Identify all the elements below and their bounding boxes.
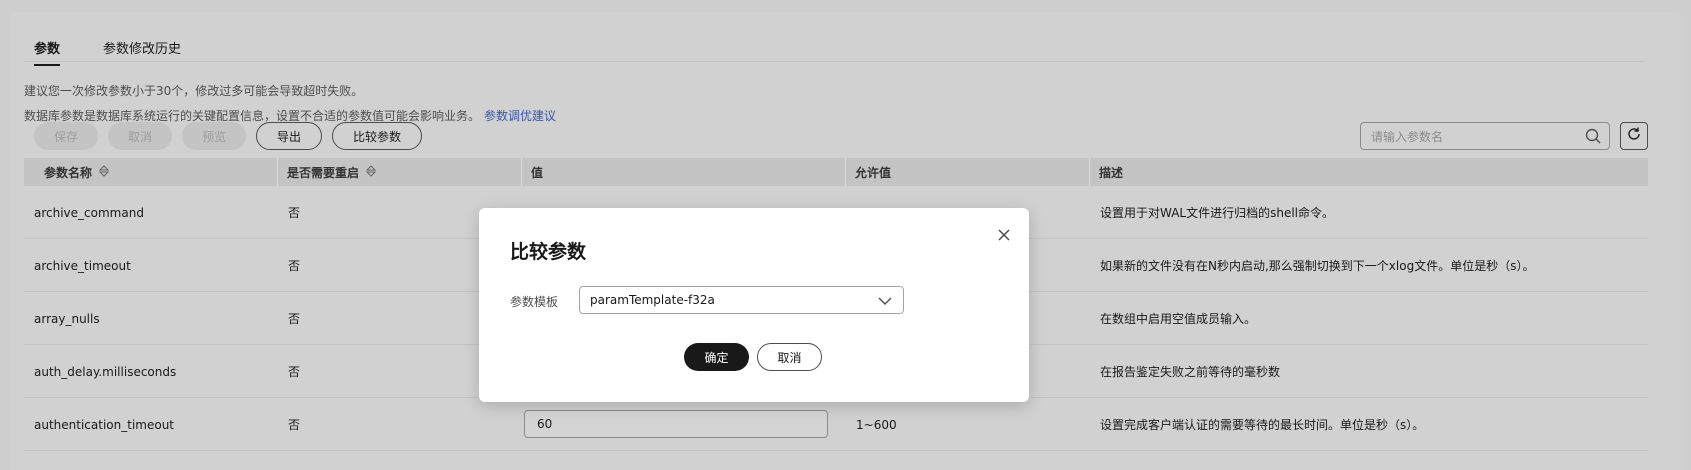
- param-restart: 否: [288, 206, 301, 220]
- dialog-cancel-button[interactable]: 取消: [757, 343, 822, 371]
- column-header-description: 描述: [1099, 165, 1124, 180]
- param-name: auth_delay.milliseconds: [34, 364, 177, 379]
- close-icon[interactable]: [995, 226, 1013, 244]
- tab-bar: 参数 参数修改历史: [24, 26, 1644, 66]
- param-description: 在数组中启用空值成员输入。: [1100, 312, 1257, 326]
- preview-button[interactable]: 预览: [182, 122, 246, 150]
- tip-batch-limit: 建议您一次修改参数小于30个，修改过多可能会导致超时失败。: [24, 84, 364, 98]
- tab-parameter-history[interactable]: 参数修改历史: [103, 38, 181, 57]
- param-restart: 否: [288, 259, 301, 273]
- confirm-button[interactable]: 确定: [684, 343, 749, 371]
- compare-parameters-dialog: 比较参数 参数模板 paramTemplate-f32a 确定 取消: [479, 208, 1029, 402]
- param-value-input[interactable]: 60: [524, 410, 828, 438]
- tip-warning-text: 数据库参数是数据库系统运行的关键配置信息，设置不合适的参数值可能会影响业务。: [24, 109, 481, 123]
- param-allowed: 1~600: [856, 417, 897, 432]
- param-restart: 否: [288, 365, 301, 379]
- column-header-name[interactable]: 参数名称: [44, 158, 110, 186]
- param-restart: 否: [288, 312, 301, 326]
- column-header-value: 值: [531, 165, 544, 180]
- param-description: 设置用于对WAL文件进行归档的shell命令。: [1100, 206, 1335, 220]
- export-button[interactable]: 导出: [256, 122, 322, 150]
- compare-parameters-button[interactable]: 比较参数: [332, 122, 422, 150]
- table-header: 参数名称 是否需要重启 值 允许值 描述: [24, 158, 1648, 186]
- table-row: authentication_timeout 否 60 1~600 设置完成客户…: [24, 398, 1648, 451]
- refresh-icon: [1626, 126, 1642, 146]
- param-description: 如果新的文件没有在N秒内启动,那么强制切换到下一个xlog文件。单位是秒（s）。: [1100, 259, 1535, 273]
- search-input[interactable]: 请输入参数名: [1360, 122, 1610, 150]
- sort-icon[interactable]: [98, 164, 110, 180]
- template-select[interactable]: paramTemplate-f32a: [579, 286, 904, 314]
- refresh-button[interactable]: [1620, 122, 1648, 150]
- cancel-button[interactable]: 取消: [108, 122, 172, 150]
- param-name: archive_command: [34, 205, 144, 220]
- template-field-label: 参数模板: [510, 295, 559, 309]
- search-icon[interactable]: [1585, 128, 1601, 147]
- param-restart: 否: [288, 418, 301, 432]
- column-header-allowed: 允许值: [855, 165, 892, 180]
- dialog-title: 比较参数: [510, 241, 587, 263]
- param-name: archive_timeout: [34, 258, 131, 273]
- search-placeholder: 请输入参数名: [1371, 129, 1444, 144]
- selected-template: paramTemplate-f32a: [590, 293, 715, 307]
- tab-parameters[interactable]: 参数: [34, 38, 61, 66]
- param-description: 在报告鉴定失败之前等待的毫秒数: [1100, 365, 1281, 379]
- chevron-down-icon: [877, 293, 893, 312]
- sort-icon[interactable]: [365, 164, 377, 180]
- param-description: 设置完成客户端认证的需要等待的最长时间。单位是秒（s）。: [1100, 418, 1425, 432]
- param-name: authentication_timeout: [34, 417, 174, 432]
- save-button[interactable]: 保存: [34, 122, 98, 150]
- tuning-advice-link[interactable]: 参数调优建议: [484, 109, 556, 123]
- param-name: array_nulls: [34, 311, 100, 326]
- column-header-restart[interactable]: 是否需要重启: [287, 158, 377, 186]
